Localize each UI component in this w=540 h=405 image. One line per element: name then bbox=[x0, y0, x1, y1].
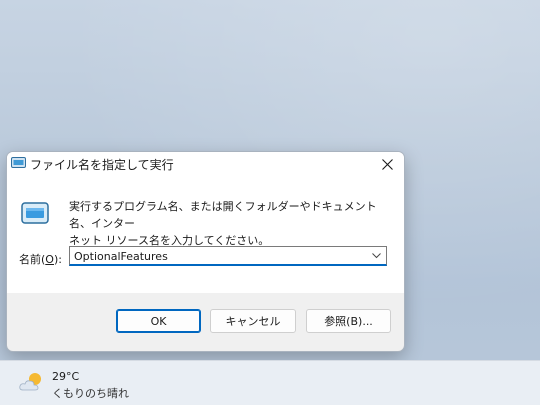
close-button[interactable] bbox=[370, 152, 404, 176]
run-program-icon bbox=[21, 202, 49, 224]
dialog-title: ファイル名を指定して実行 bbox=[30, 158, 174, 172]
run-dialog: ファイル名を指定して実行 実行するプログラム名、または開くフォルダーやドキュメン… bbox=[6, 151, 405, 352]
weather-temperature: 29°C bbox=[52, 370, 80, 383]
title-bar[interactable]: ファイル名を指定して実行 bbox=[7, 152, 404, 176]
run-icon bbox=[11, 157, 26, 168]
partly-cloudy-icon bbox=[19, 373, 41, 391]
name-label-prefix: 名前( bbox=[19, 253, 46, 266]
cancel-button[interactable]: キャンセル bbox=[210, 309, 296, 333]
description-line-1: 実行するプログラム名、または開くフォルダーやドキュメント名、インター bbox=[69, 200, 377, 230]
ok-button[interactable]: OK bbox=[116, 309, 201, 333]
weather-condition: くもりのち晴れ bbox=[52, 387, 129, 400]
dropdown-button[interactable] bbox=[368, 249, 384, 263]
name-label: 名前(O): bbox=[19, 251, 62, 267]
name-label-suffix: ): bbox=[53, 253, 62, 266]
name-combobox[interactable] bbox=[69, 246, 387, 266]
name-label-accesskey: O bbox=[45, 253, 54, 266]
close-icon bbox=[381, 158, 393, 170]
dialog-description: 実行するプログラム名、または開くフォルダーやドキュメント名、インター ネット リ… bbox=[69, 198, 389, 249]
chevron-down-icon bbox=[371, 253, 381, 259]
taskbar: 29°C くもりのち晴れ bbox=[0, 360, 540, 405]
name-input[interactable] bbox=[72, 248, 366, 264]
browse-button[interactable]: 参照(B)... bbox=[306, 309, 391, 333]
dialog-body: 実行するプログラム名、または開くフォルダーやドキュメント名、インター ネット リ… bbox=[7, 176, 404, 293]
